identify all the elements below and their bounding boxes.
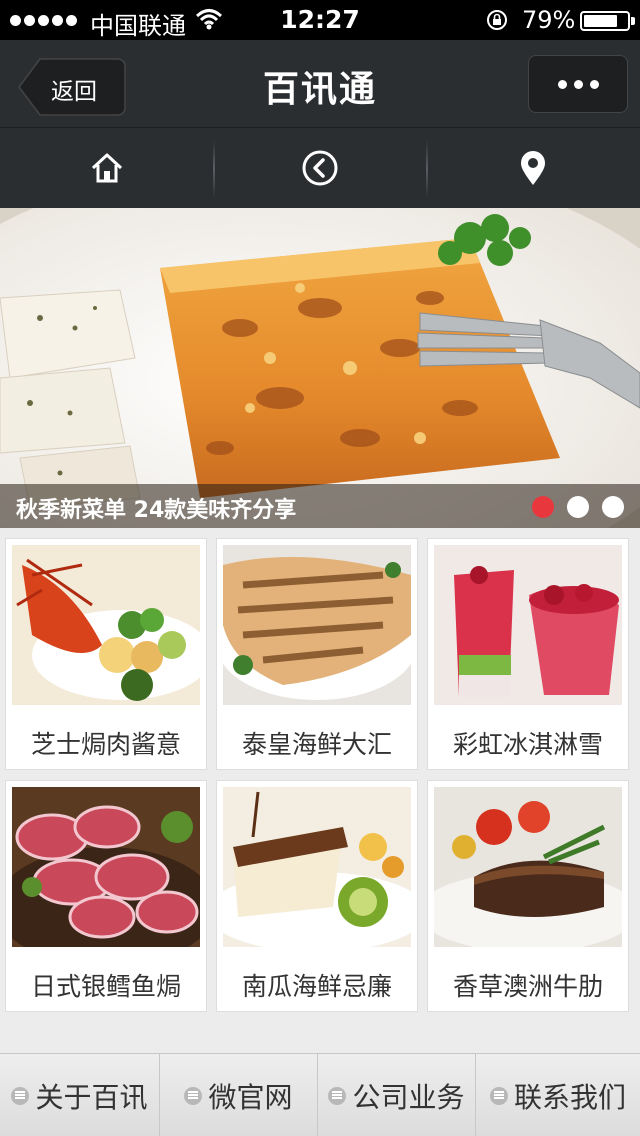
menu-item-image — [434, 545, 622, 705]
back-circle-icon — [302, 150, 337, 186]
rotation-lock-icon — [487, 10, 507, 30]
menu-icon — [489, 1086, 508, 1105]
bottom-menu-about[interactable]: 关于百讯 — [0, 1054, 160, 1136]
home-button[interactable] — [0, 128, 213, 208]
bottom-menu-label: 关于百讯 — [35, 1080, 148, 1114]
slide-indicator[interactable] — [532, 496, 624, 518]
menu-icon — [184, 1086, 203, 1105]
battery-percent: 79% — [522, 6, 576, 34]
home-icon — [91, 153, 122, 183]
menu-item-image — [223, 545, 411, 705]
menu-item-image — [12, 787, 200, 947]
battery-icon — [580, 11, 635, 31]
bottom-menu: 关于百讯 微官网 公司业务 联系我们 — [0, 1053, 640, 1136]
bottom-menu-label: 微官网 — [208, 1080, 293, 1114]
menu-item-card[interactable]: 泰皇海鲜大汇 — [216, 538, 418, 770]
slide-dot[interactable] — [602, 496, 624, 518]
menu-item-label: 日式银鳕鱼焗 — [30, 972, 181, 1001]
battery-fill — [584, 15, 617, 27]
menu-icon — [11, 1086, 30, 1105]
status-bar: 中国联通 12:27 79% — [0, 0, 640, 40]
menu-item-card[interactable]: 芝士焗肉酱意 — [5, 538, 207, 770]
menu-item-image — [434, 787, 622, 947]
bottom-menu-label: 联系我们 — [513, 1080, 626, 1114]
menu-item-image — [12, 545, 200, 705]
menu-item-card[interactable]: 日式银鳕鱼焗 — [5, 780, 207, 1012]
bottom-menu-microsite[interactable]: 微官网 — [160, 1054, 318, 1136]
location-button[interactable] — [426, 128, 639, 208]
menu-item-label: 芝士焗肉酱意 — [30, 730, 181, 759]
menu-item-card[interactable]: 南瓜海鲜忌廉 — [216, 780, 418, 1012]
previous-button[interactable] — [213, 128, 426, 208]
more-button[interactable] — [528, 55, 628, 113]
bottom-menu-label: 公司业务 — [352, 1080, 465, 1114]
location-pin-icon — [520, 151, 545, 185]
menu-item-card[interactable]: 香草澳洲牛肋 — [427, 780, 629, 1012]
menu-item-label: 彩虹冰淇淋雪 — [452, 730, 603, 759]
menu-item-label: 南瓜海鲜忌廉 — [241, 972, 392, 1001]
banner-food-image — [0, 208, 640, 528]
menu-item-label: 香草澳洲牛肋 — [452, 972, 603, 1001]
bottom-menu-business[interactable]: 公司业务 — [318, 1054, 476, 1136]
bottom-menu-contact[interactable]: 联系我们 — [476, 1054, 640, 1136]
menu-item-label: 泰皇海鲜大汇 — [241, 730, 392, 759]
slide-dot[interactable] — [532, 496, 554, 518]
more-icon — [557, 79, 567, 89]
menu-item-image — [223, 787, 411, 947]
menu-icon — [328, 1086, 347, 1105]
menu-item-card[interactable]: 彩虹冰淇淋雪 — [427, 538, 629, 770]
banner-slideshow[interactable]: 秋季新菜单 24款美味齐分享 — [0, 208, 640, 528]
nav-bar: 返回 百讯通 — [0, 40, 640, 128]
slide-dot[interactable] — [567, 496, 589, 518]
banner-caption: 秋季新菜单 24款美味齐分享 — [16, 498, 297, 523]
toolbar — [0, 128, 640, 208]
